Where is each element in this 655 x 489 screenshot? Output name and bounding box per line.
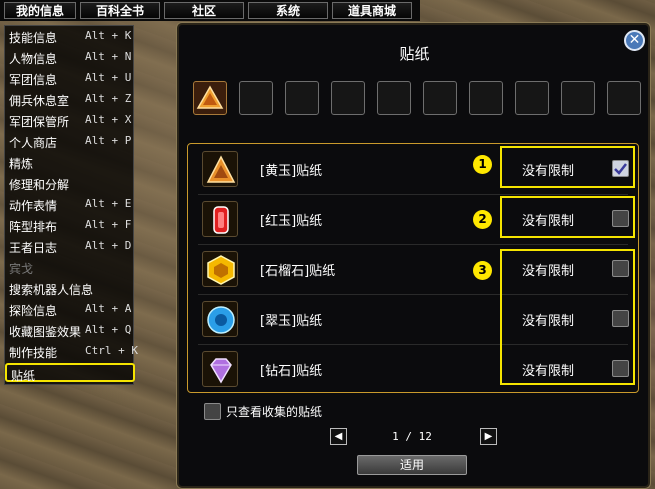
sticker-thumbnail (202, 351, 238, 387)
sticker-slot[interactable] (423, 81, 457, 115)
menu-item-shortcut: Alt + F (85, 218, 132, 231)
menu-item-shortcut: Alt + X (85, 113, 132, 126)
sticker-slot[interactable] (193, 81, 227, 115)
top-menu-my-info[interactable]: 我的信息 (4, 2, 76, 19)
menu-item-label: 军团保管所 (9, 115, 70, 129)
highlight-box-2 (500, 196, 635, 238)
menu-item[interactable]: 技能信息 Alt + K (5, 27, 135, 46)
top-menu-item-mall[interactable]: 道具商城 (332, 2, 412, 19)
sticker-thumbnail (202, 201, 238, 237)
menu-item-shortcut: Alt + E (85, 197, 132, 210)
topaz-icon (206, 155, 236, 183)
close-icon: ✕ (628, 32, 641, 48)
triangle-left-icon: ◀ (334, 431, 343, 442)
apply-button[interactable]: 适用 (357, 455, 467, 475)
sticker-name: [红玉]贴纸 (260, 214, 323, 229)
menu-item[interactable]: 动作表情 Alt + E (5, 195, 135, 214)
sticker-name: [翠玉]贴纸 (260, 314, 323, 329)
menu-item[interactable]: 阵型排布 Alt + F (5, 216, 135, 235)
sticker-name: [黄玉]贴纸 (260, 164, 323, 179)
sticker-name: [石榴石]贴纸 (260, 264, 336, 279)
menu-item-label: 技能信息 (9, 31, 58, 45)
only-collected-label: 只查看收集的贴纸 (226, 405, 323, 419)
menu-item-label: 阵型排布 (9, 220, 58, 234)
prev-page-button[interactable]: ◀ (330, 428, 347, 445)
menu-item[interactable]: 王者日志 Alt + D (5, 237, 135, 256)
sticker-slot[interactable] (377, 81, 411, 115)
menu-item[interactable]: 个人商店 Alt + P (5, 132, 135, 151)
annotation-badge-3: 3 (473, 261, 492, 280)
menu-item[interactable]: 制作技能 Ctrl + K (5, 342, 138, 361)
top-menu-encyclopedia[interactable]: 百科全书 (80, 2, 160, 19)
sticker-slot[interactable] (607, 81, 641, 115)
menu-item[interactable]: 修理和分解 (5, 174, 135, 193)
menu-item-label: 贴纸 (11, 369, 36, 383)
sticker-slot[interactable] (469, 81, 503, 115)
menu-item-label: 搜索机器人信息 (9, 283, 94, 297)
page-indicator: 1 / 12 (392, 430, 432, 443)
menu-item-shortcut: Ctrl + K (85, 344, 138, 357)
menu-item[interactable]: 精炼 (5, 153, 135, 172)
menu-item[interactable]: 贴纸 (5, 363, 135, 383)
close-button[interactable]: ✕ (624, 30, 645, 51)
menu-item[interactable]: 军团保管所 Alt + X (5, 111, 135, 130)
sticker-slot[interactable] (239, 81, 273, 115)
menu-item-label: 探险信息 (9, 304, 58, 318)
annotation-badge-2: 2 (473, 210, 492, 229)
menu-item-label: 收藏图鉴效果 (9, 325, 82, 339)
emerald-icon (207, 306, 235, 334)
menu-item-shortcut: Alt + P (85, 134, 132, 147)
top-menu-community[interactable]: 社区 (164, 2, 244, 19)
only-collected-checkbox[interactable] (204, 403, 221, 420)
menu-item-shortcut: Alt + N (85, 50, 132, 63)
menu-item-label: 人物信息 (9, 52, 58, 66)
top-menu-bar: 我的信息 百科全书 社区 系统 道具商城 (0, 0, 420, 21)
panel-title: 贴纸 (399, 45, 430, 63)
next-page-button[interactable]: ▶ (480, 428, 497, 445)
menu-item[interactable]: 佣兵休息室 Alt + Z (5, 90, 135, 109)
menu-item-label: 军团信息 (9, 73, 58, 87)
sticker-thumbnail (202, 301, 238, 337)
menu-item[interactable]: 探险信息 Alt + A (5, 300, 135, 319)
menu-item-shortcut: Alt + Q (85, 323, 132, 336)
annotation-badge-1: 1 (473, 155, 492, 174)
sticker-slot[interactable] (561, 81, 595, 115)
my-info-dropdown-menu: 技能信息 Alt + K 人物信息 Alt + N 军团信息 Alt + U 佣兵休息室 Al… (4, 25, 138, 385)
menu-item[interactable]: 收藏图鉴效果 Alt + Q (5, 321, 135, 340)
menu-item-label: 个人商店 (9, 136, 58, 150)
menu-item-shortcut: Alt + K (85, 29, 132, 42)
menu-item-label: 修理和分解 (9, 178, 70, 192)
menu-item[interactable]: 搜索机器人信息 (5, 279, 135, 298)
topaz-sticker-icon (196, 85, 224, 109)
sticker-slot[interactable] (285, 81, 319, 115)
highlight-box-1 (500, 146, 635, 188)
sticker-thumbnail (202, 151, 238, 187)
sticker-thumbnail (202, 251, 238, 287)
sticker-slot[interactable] (331, 81, 365, 115)
menu-item-label: 宾戈 (9, 262, 34, 276)
menu-item-shortcut: Alt + U (85, 71, 132, 84)
sticker-name: [钻石]贴纸 (260, 364, 323, 379)
menu-item[interactable]: 军团信息 Alt + U (5, 69, 135, 88)
diamond-icon (210, 358, 232, 384)
menu-item-shortcut: Alt + D (85, 239, 132, 252)
menu-item-shortcut: Alt + A (85, 302, 132, 315)
menu-item-label: 动作表情 (9, 199, 58, 213)
menu-item-label: 精炼 (9, 157, 34, 171)
menu-item: 宾戈 (5, 258, 135, 277)
garnet-icon (207, 255, 235, 285)
menu-item-label: 王者日志 (9, 241, 58, 255)
menu-item-label: 佣兵休息室 (9, 94, 70, 108)
menu-item-label: 制作技能 (9, 346, 58, 360)
sticker-slot[interactable] (515, 81, 549, 115)
menu-item-shortcut: Alt + Z (85, 92, 132, 105)
ruby-icon (213, 206, 229, 234)
menu-item[interactable]: 人物信息 Alt + N (5, 48, 135, 67)
triangle-right-icon: ▶ (484, 431, 493, 442)
top-menu-system[interactable]: 系统 (248, 2, 328, 19)
highlight-box-3 (500, 249, 635, 385)
